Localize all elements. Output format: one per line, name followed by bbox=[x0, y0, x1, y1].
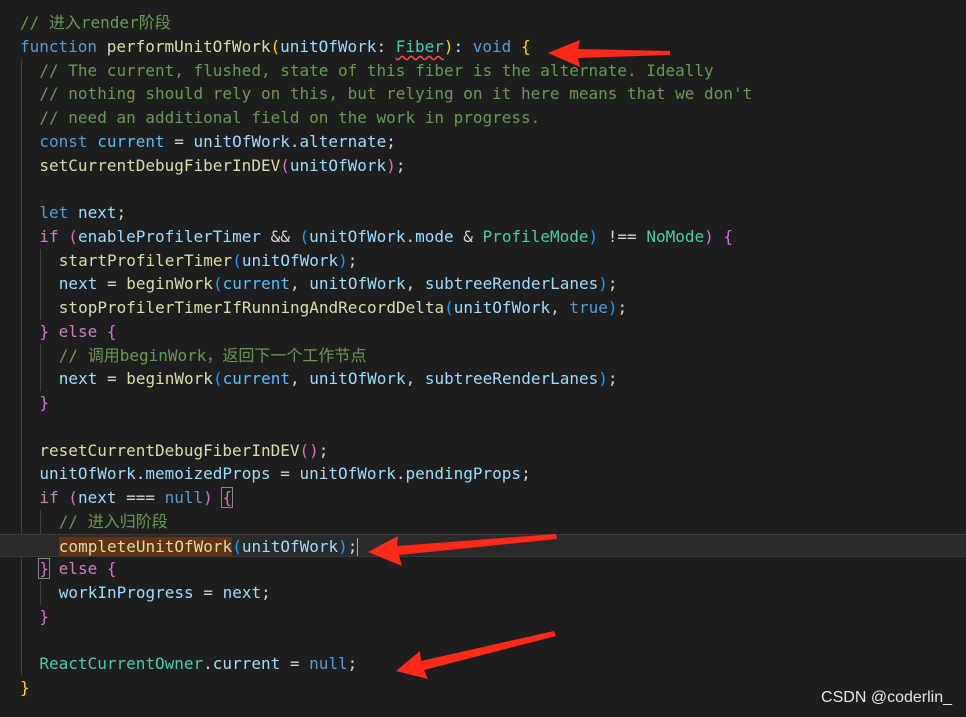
arrow-react-current-owner bbox=[396, 631, 556, 679]
watermark: CSDN @coderlin_ bbox=[821, 689, 952, 706]
code-editor[interactable]: // 进入render阶段 function performUnitOfWork(… bbox=[0, 0, 966, 717]
arrow-complete-unit-of-work bbox=[368, 534, 557, 566]
annotation-arrows bbox=[368, 40, 670, 679]
arrow-function-signature bbox=[548, 40, 670, 67]
